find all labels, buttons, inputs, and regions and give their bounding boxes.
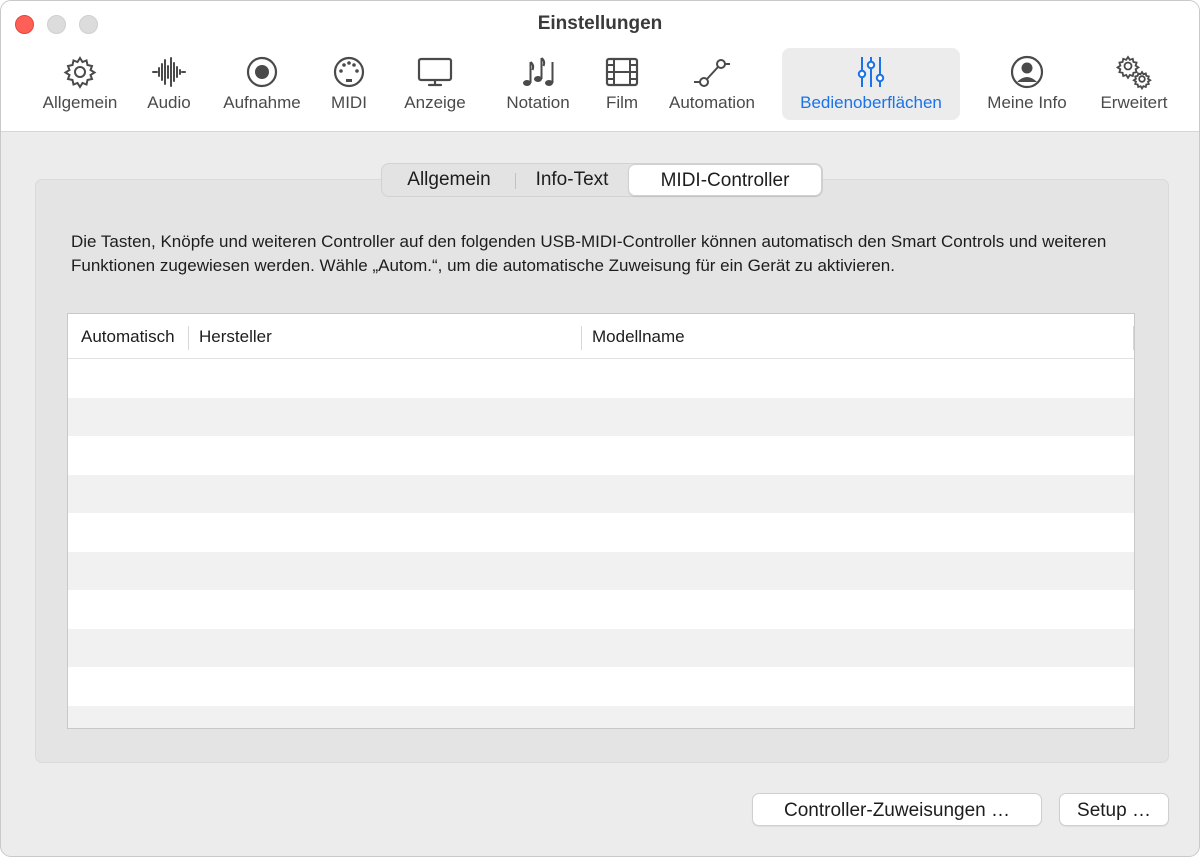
controller-assignments-button[interactable]: Controller-Zuweisungen … — [752, 793, 1042, 826]
tab-info-text[interactable]: Info-Text — [516, 164, 628, 196]
table-header: Automatisch Hersteller Modellname — [68, 314, 1134, 359]
table-row — [68, 436, 1134, 475]
toolbar-item-midi[interactable]: MIDI — [321, 48, 377, 120]
toolbar: Einstellungen Allgemein Audio Aufnahme M… — [1, 1, 1199, 132]
toolbar-item-erweitert[interactable]: Erweitert — [1091, 48, 1177, 120]
column-header-hersteller[interactable]: Hersteller — [199, 314, 272, 358]
toolbar-label: Film — [605, 93, 639, 112]
table-row — [68, 513, 1134, 552]
person-circle-icon — [1009, 54, 1045, 90]
table-row — [68, 667, 1134, 706]
toolbar-label: Automation — [669, 93, 755, 112]
toolbar-item-film[interactable]: Film — [597, 48, 647, 120]
sliders-icon — [853, 54, 889, 90]
gears-icon — [1115, 54, 1152, 91]
music-notes-icon — [520, 54, 556, 90]
toolbar-item-audio[interactable]: Audio — [137, 48, 201, 120]
toolbar-label: Allgemein — [42, 93, 118, 112]
film-icon — [604, 54, 640, 90]
toolbar-item-automation[interactable]: Automation — [659, 48, 765, 120]
toolbar-item-aufnahme[interactable]: Aufnahme — [215, 48, 309, 120]
gear-icon — [62, 54, 98, 90]
toolbar-label: Audio — [147, 93, 191, 112]
window-title: Einstellungen — [537, 13, 663, 34]
table-row — [68, 359, 1134, 398]
column-divider[interactable] — [581, 326, 582, 350]
description-text: Die Tasten, Knöpfe und weiteren Controll… — [71, 232, 1107, 275]
automation-icon — [694, 54, 731, 90]
column-header-automatisch[interactable]: Automatisch — [81, 314, 175, 358]
column-header-modellname[interactable]: Modellname — [592, 314, 685, 358]
tab-bar: Allgemein Info-Text MIDI-Controller — [381, 163, 823, 197]
controller-table[interactable]: Automatisch Hersteller Modellname — [67, 313, 1135, 729]
table-row — [68, 551, 1134, 590]
table-row — [68, 397, 1134, 436]
preferences-window: Einstellungen Allgemein Audio Aufnahme M… — [0, 0, 1200, 857]
toolbar-label: Notation — [506, 93, 570, 112]
column-divider[interactable] — [188, 326, 189, 350]
display-icon — [417, 54, 453, 90]
toolbar-item-notation[interactable]: Notation — [497, 48, 579, 120]
toolbar-label: Bedienoberflächen — [800, 93, 942, 112]
table-row — [68, 474, 1134, 513]
toolbar-label: Aufnahme — [223, 93, 301, 112]
midi-port-icon — [331, 54, 367, 90]
table-row — [68, 628, 1134, 667]
record-icon — [244, 54, 280, 90]
toolbar-label: Meine Info — [987, 93, 1067, 112]
column-divider[interactable] — [1133, 326, 1134, 350]
setup-button[interactable]: Setup … — [1059, 793, 1169, 826]
toolbar-label: Erweitert — [1100, 93, 1168, 112]
toolbar-item-anzeige[interactable]: Anzeige — [391, 48, 479, 120]
toolbar-item-meine-info[interactable]: Meine Info — [977, 48, 1077, 120]
tab-midi-controller[interactable]: MIDI-Controller — [628, 164, 822, 196]
toolbar-label: Anzeige — [404, 93, 466, 112]
waveform-icon — [151, 54, 187, 90]
tab-allgemein[interactable]: Allgemein — [382, 164, 516, 196]
table-body — [68, 359, 1134, 728]
table-row — [68, 590, 1134, 629]
toolbar-label: MIDI — [331, 93, 367, 112]
toolbar-item-allgemein[interactable]: Allgemein — [33, 48, 127, 120]
table-row — [68, 705, 1134, 728]
toolbar-item-bedienoberflaechen[interactable]: Bedienoberflächen — [782, 48, 960, 120]
